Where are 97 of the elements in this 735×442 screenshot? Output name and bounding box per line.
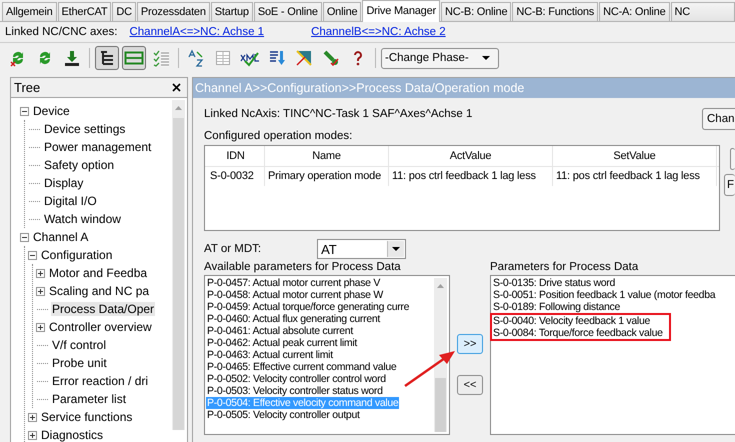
list-item[interactable]: P-0-0502: Velocity controller control word xyxy=(206,373,387,385)
remove-button[interactable]: << xyxy=(457,375,483,395)
expand-icon[interactable] xyxy=(28,430,37,440)
tree-item[interactable]: Process Data/Oper xyxy=(51,302,156,316)
list-item[interactable]: S-0-0051: Position feedback 1 value (motor feedba xyxy=(492,289,716,301)
list-item[interactable]: P-0-0503: Velocity controller status word xyxy=(206,385,384,397)
column-header[interactable]: IDN xyxy=(207,146,265,166)
list-item[interactable]: S-0-0084: Torque/force feedback value xyxy=(492,327,664,339)
tree-item[interactable]: Device settings xyxy=(43,122,126,136)
list-arrow-icon xyxy=(268,49,286,67)
tab[interactable]: Drive Manager xyxy=(362,0,440,22)
list-item[interactable]: P-0-0462: Actual peak current limit xyxy=(206,337,358,349)
tree-item[interactable]: Error reaction / dri xyxy=(51,374,150,388)
translate-icon xyxy=(187,49,205,67)
list-item[interactable]: P-0-0465: Effective current command value xyxy=(206,361,398,373)
tree-item[interactable]: Channel A xyxy=(32,230,90,244)
process-data-label: Parameters for Process Data xyxy=(490,261,640,275)
panel-view-icon xyxy=(124,49,144,67)
at-mdt-label: AT or MDT: xyxy=(204,243,262,255)
axis-link[interactable]: ChannelA<=>NC: Achse 1 xyxy=(129,26,264,38)
chart-icon xyxy=(295,49,313,67)
add-button[interactable]: >> xyxy=(457,334,483,354)
tree-item[interactable]: Watch window xyxy=(43,212,122,226)
side-button[interactable]: F xyxy=(724,174,735,196)
tab[interactable]: Prozessdaten xyxy=(136,2,210,21)
expand-icon[interactable] xyxy=(36,322,45,332)
caret-icon xyxy=(482,56,490,60)
tree-item[interactable]: Digital I/O xyxy=(43,194,98,208)
toolbar-button[interactable] xyxy=(95,46,119,70)
checklist-icon xyxy=(152,49,170,67)
tree-item[interactable]: Probe unit xyxy=(51,356,108,370)
tree-item[interactable]: Configuration xyxy=(40,248,114,262)
tree-title: Tree xyxy=(14,80,40,95)
tab[interactable]: Startup xyxy=(210,2,253,21)
available-label: Available parameters for Process Data xyxy=(204,261,402,275)
tree-view-icon xyxy=(98,49,116,67)
table-cell: 11: pos ctrl feedback 1 lag less xyxy=(553,167,717,186)
expand-icon[interactable] xyxy=(36,268,45,278)
tree-item[interactable]: Controller overview xyxy=(48,320,153,334)
tree-item[interactable]: Motor and Feedba xyxy=(48,266,148,280)
tree-item[interactable]: Display xyxy=(43,176,84,190)
list-item[interactable]: S-0-0040: Velocity feedback 1 value xyxy=(492,315,652,327)
scrollbar-drawing[interactable] xyxy=(172,100,185,430)
list-item[interactable]: S-0-0189: Following distance xyxy=(492,301,622,313)
column-header[interactable]: Name xyxy=(265,146,389,166)
expand-icon[interactable] xyxy=(28,412,37,422)
caret-icon xyxy=(392,247,400,251)
table-cell: 11: pos ctrl feedback 1 lag less xyxy=(389,167,553,186)
linked-axes-label: Linked NC/CNC axes: xyxy=(5,26,118,38)
list-item[interactable]: P-0-0457: Actual motor current phase V xyxy=(206,277,382,289)
tree-item[interactable]: Safety option xyxy=(43,158,116,172)
table-cell: Primary operation mode xyxy=(265,167,389,186)
panel-title-bar: Channel A>>Configuration>>Process Data/Operation mode xyxy=(193,78,735,98)
tab[interactable]: NC-B: Online xyxy=(440,2,512,21)
list-item[interactable]: P-0-0458: Actual motor current phase W xyxy=(206,289,384,301)
collapse-icon[interactable] xyxy=(20,106,29,116)
list-item[interactable]: P-0-0463: Actual current limit xyxy=(206,349,334,361)
tab[interactable]: DC xyxy=(112,2,136,21)
list-item[interactable]: P-0-0460: Actual flux generating current xyxy=(206,313,382,325)
help-icon xyxy=(351,49,365,67)
tree-item[interactable]: V/f control xyxy=(51,338,108,352)
axis-link[interactable]: ChannelB<=>NC: Achse 2 xyxy=(311,26,446,38)
list-item[interactable]: P-0-0461: Actual absolute current xyxy=(206,325,354,337)
tab[interactable]: Online xyxy=(322,2,362,21)
column-header[interactable]: SetValue xyxy=(553,146,717,166)
list-item[interactable]: P-0-0505: Velocity controller output xyxy=(206,409,361,421)
column-header[interactable]: ActValue xyxy=(389,146,553,166)
table-cell: S-0-0032 xyxy=(207,167,265,186)
annotation-arrow xyxy=(403,348,457,388)
tree-item[interactable]: Diagnostics xyxy=(40,428,104,442)
tree-item[interactable]: Device xyxy=(32,104,71,118)
modes-label: Configured operation modes: xyxy=(204,130,354,142)
scrollbar-drawing[interactable] xyxy=(434,278,447,432)
tree-item[interactable]: Parameter list xyxy=(51,392,128,406)
side-button[interactable] xyxy=(730,148,735,170)
tab[interactable]: SoE - Online xyxy=(254,2,322,21)
change-button[interactable]: Chan xyxy=(702,108,735,130)
linked-ncaxis-text: Linked NcAxis: TINC^NC-Task 1 SAF^Axes^Achse 1 xyxy=(204,108,472,120)
tab[interactable]: NC-A: Online xyxy=(599,2,670,21)
wrench-icon xyxy=(322,49,340,67)
grid-icon xyxy=(214,49,232,67)
at-mdt-dropdown[interactable]: AT xyxy=(317,239,406,259)
tab[interactable]: NC-B: Functions xyxy=(512,2,598,21)
tab[interactable]: Allgemein xyxy=(2,2,57,21)
collapse-icon[interactable] xyxy=(28,250,37,260)
close-icon[interactable] xyxy=(172,83,181,92)
tab[interactable]: NC xyxy=(670,2,735,21)
phase-dropdown[interactable]: -Change Phase- xyxy=(381,48,499,68)
expand-icon[interactable] xyxy=(36,286,45,296)
tree-item[interactable]: Scaling and NC pa xyxy=(48,284,150,298)
collapse-icon[interactable] xyxy=(20,232,29,242)
tab[interactable]: EtherCAT xyxy=(58,2,112,21)
list-item[interactable]: P-0-0459: Actual torque/force generating curre xyxy=(206,301,410,313)
tree-item[interactable]: Power management xyxy=(43,140,152,154)
download-icon xyxy=(63,49,81,67)
list-item[interactable]: S-0-0135: Drive status word xyxy=(492,277,616,289)
tree-item[interactable]: Service functions xyxy=(40,410,134,424)
